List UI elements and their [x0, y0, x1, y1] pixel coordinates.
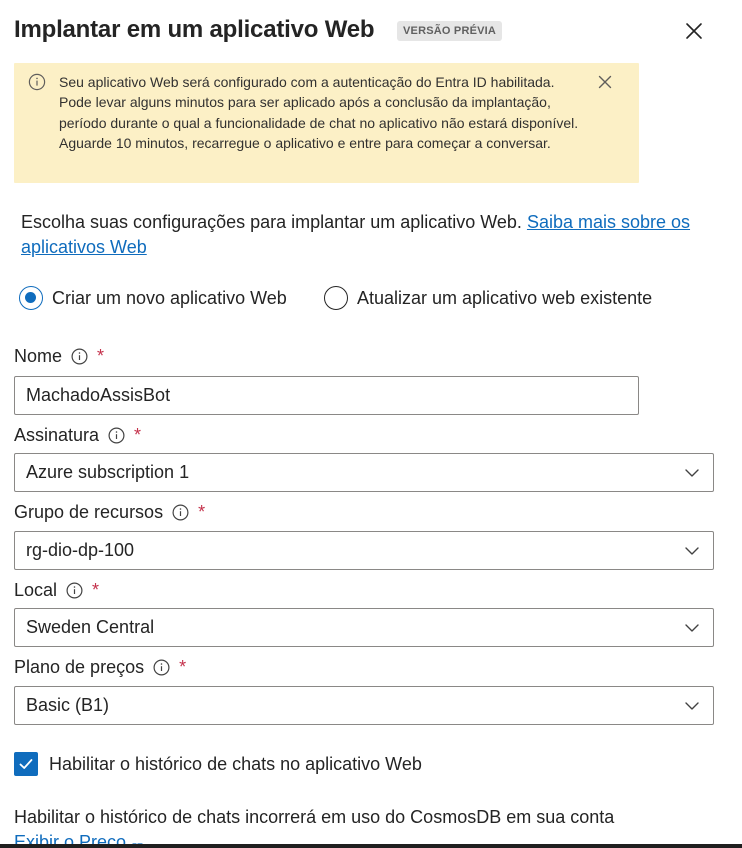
required-asterisk: *	[179, 657, 187, 677]
cosmosdb-notice-text: Habilitar o histórico de chats incorrerá…	[14, 807, 615, 827]
chat-history-label: Habilitar o histórico de chats no aplica…	[49, 753, 422, 774]
name-label-row: Nome *	[14, 346, 104, 367]
subscription-label: Assinatura	[14, 425, 100, 445]
pricing-plan-label-row: Plano de preços *	[14, 657, 186, 678]
location-label: Local	[14, 580, 58, 600]
subscription-value: Azure subscription 1	[26, 462, 190, 482]
resource-group-dropdown[interactable]: rg-dio-dp-100	[14, 531, 714, 570]
resource-group-label-row: Grupo de recursos *	[14, 502, 205, 523]
radio-update-existing-control[interactable]	[324, 286, 348, 310]
radio-update-existing[interactable]: Atualizar um aplicativo web existente	[324, 284, 652, 312]
resource-group-label: Grupo de recursos	[14, 502, 164, 522]
radio-create-new-label: Criar um novo aplicativo Web	[52, 287, 287, 308]
chevron-down-icon	[683, 542, 701, 560]
info-icon[interactable]	[108, 427, 125, 444]
pricing-plan-label: Plano de preços	[14, 657, 145, 677]
preview-badge: VERSÃO PRÉVIA	[397, 21, 503, 41]
name-label: Nome	[14, 346, 63, 366]
required-asterisk: *	[198, 502, 206, 522]
location-value: Sweden Central	[26, 617, 155, 637]
info-icon[interactable]	[71, 348, 88, 365]
required-asterisk: *	[97, 346, 105, 366]
banner-message: Seu aplicativo Web será configurado com …	[59, 74, 579, 152]
chat-history-option[interactable]: Habilitar o histórico de chats no aplica…	[14, 752, 422, 776]
dismiss-banner-icon[interactable]	[597, 74, 613, 90]
checkmark-icon	[19, 759, 33, 769]
chevron-down-icon	[683, 619, 701, 637]
required-asterisk: *	[134, 425, 142, 445]
radio-create-new[interactable]: Criar um novo aplicativo Web	[19, 284, 287, 312]
auth-warning-banner: Seu aplicativo Web será configurado com …	[14, 63, 639, 183]
info-icon	[28, 73, 46, 91]
chevron-down-icon	[683, 464, 701, 482]
location-label-row: Local *	[14, 580, 99, 601]
name-input-value: MachadoAssisBot	[26, 385, 171, 405]
close-icon[interactable]	[683, 20, 705, 42]
resource-group-value: rg-dio-dp-100	[26, 540, 135, 560]
panel-title: Implantar em um aplicativo Web	[14, 16, 375, 43]
pricing-plan-dropdown[interactable]: Basic (B1)	[14, 686, 714, 725]
required-asterisk: *	[92, 580, 100, 600]
bottom-divider	[0, 844, 742, 848]
location-dropdown[interactable]: Sweden Central	[14, 608, 714, 647]
info-icon[interactable]	[66, 582, 83, 599]
intro-text: Escolha suas configurações para implanta…	[21, 210, 701, 260]
subscription-dropdown[interactable]: Azure subscription 1	[14, 453, 714, 492]
info-icon[interactable]	[153, 659, 170, 676]
radio-create-new-control[interactable]	[19, 286, 43, 310]
info-icon[interactable]	[172, 504, 189, 521]
pricing-plan-value: Basic (B1)	[26, 695, 110, 715]
chevron-down-icon	[683, 697, 701, 715]
subscription-label-row: Assinatura *	[14, 425, 141, 446]
intro-description: Escolha suas configurações para implanta…	[21, 212, 527, 232]
name-input[interactable]: MachadoAssisBot	[14, 376, 639, 415]
chat-history-checkbox[interactable]	[14, 752, 38, 776]
cosmosdb-notice: Habilitar o histórico de chats incorrerá…	[14, 805, 654, 848]
radio-update-existing-label: Atualizar um aplicativo web existente	[357, 287, 653, 308]
